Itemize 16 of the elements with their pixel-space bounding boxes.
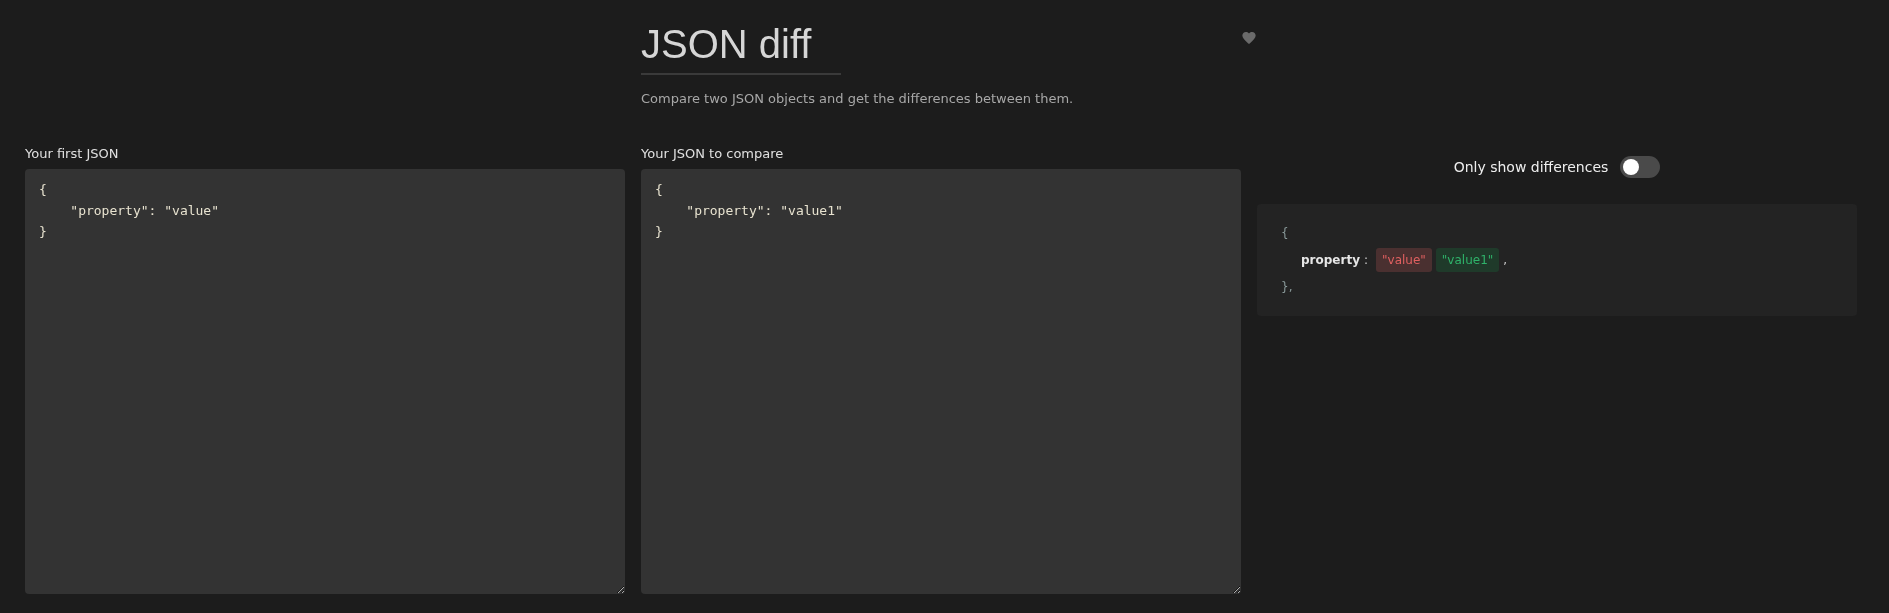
property-key: property [1301, 253, 1360, 267]
code-text: }, [1281, 280, 1293, 294]
code-text: , [1503, 253, 1508, 267]
json-editor[interactable]: { "property": "value1" } [641, 169, 1241, 594]
toggle-label: Only show differences [1453, 159, 1609, 175]
editor-label: Your JSON to compare [641, 146, 784, 161]
page-title: JSON diff [641, 22, 841, 75]
editor-label: Your first JSON [25, 146, 119, 161]
page-subtitle: Compare two JSON objects and get the differences between them. [641, 91, 1075, 106]
removed-value: "value" [1376, 248, 1432, 272]
heart-icon[interactable] [1241, 30, 1257, 46]
added-value: "value1" [1435, 248, 1500, 272]
toggle-switch[interactable] [1620, 156, 1661, 178]
json-editor[interactable]: { "property": "value" } [25, 169, 625, 594]
code-text: { [1281, 226, 1289, 240]
code-text: : [1363, 253, 1368, 267]
